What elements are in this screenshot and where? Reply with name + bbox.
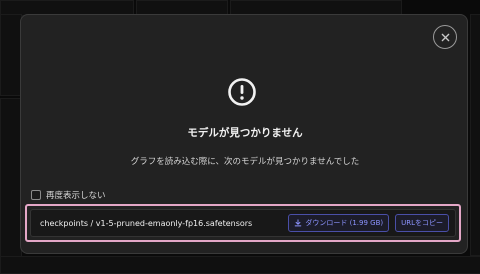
- dialog-message: グラフを読み込む際に、次のモデルが見つかりませんでした: [130, 157, 360, 167]
- dont-show-again-checkbox[interactable]: 再度表示しない: [31, 189, 106, 201]
- background-panel: [470, 14, 480, 256]
- close-button[interactable]: [433, 25, 457, 49]
- copy-url-button[interactable]: URLをコピー: [395, 214, 449, 232]
- checkbox-box[interactable]: [31, 190, 41, 200]
- close-icon: [441, 33, 450, 42]
- missing-models-dialog: モデルが見つかりません グラフを読み込む際に、次のモデルが見つかりませんでした …: [20, 14, 468, 254]
- copy-url-button-label: URLをコピー: [401, 219, 443, 227]
- missing-model-item: checkpoints / v1-5-pruned-emaonly-fp16.s…: [30, 209, 456, 237]
- download-button-label: ダウンロード (1.99 GB): [305, 219, 384, 227]
- download-icon: [294, 219, 305, 227]
- background-panel: [0, 14, 22, 96]
- download-button[interactable]: ダウンロード (1.99 GB): [288, 214, 390, 232]
- dialog-title: モデルが見つかりません: [187, 127, 303, 139]
- dont-show-again-label: 再度表示しない: [46, 191, 106, 201]
- background-panel: [0, 256, 480, 274]
- exclamation-circle-icon: [227, 77, 257, 107]
- missing-model-list: checkpoints / v1-5-pruned-emaonly-fp16.s…: [25, 204, 461, 242]
- model-path: checkpoints / v1-5-pruned-emaonly-fp16.s…: [40, 218, 253, 228]
- background-panel: [0, 98, 22, 260]
